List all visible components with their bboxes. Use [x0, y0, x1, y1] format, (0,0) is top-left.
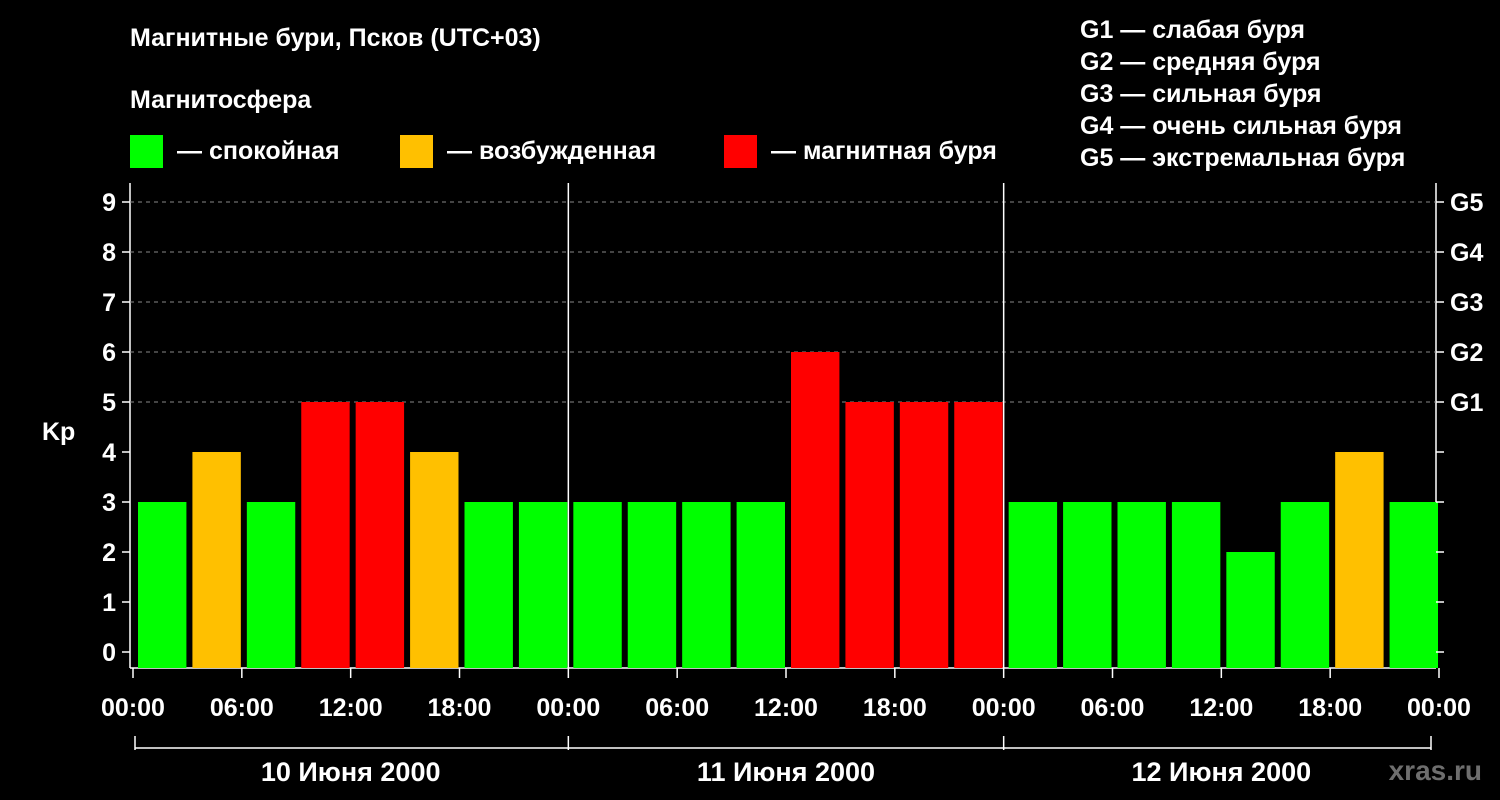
x-tick-label: 06:00 — [1081, 694, 1145, 722]
y-tick-label: 3 — [102, 489, 116, 517]
x-tick-label: 18:00 — [1298, 694, 1362, 722]
x-tick-label: 12:00 — [754, 694, 818, 722]
kp-bar — [1335, 452, 1384, 668]
day-label: 12 Июня 2000 — [1132, 757, 1312, 787]
x-tick-label: 06:00 — [645, 694, 709, 722]
brand-watermark: xras.ru — [1388, 755, 1482, 786]
x-tick-label: 00:00 — [101, 694, 165, 722]
y-tick-label: 1 — [102, 589, 116, 617]
x-tick-label: 00:00 — [972, 694, 1036, 722]
kp-bar — [682, 502, 731, 668]
y-axis-label: Kp — [42, 418, 75, 446]
kp-bar — [1008, 502, 1058, 668]
x-tick-label: 06:00 — [210, 694, 274, 722]
kp-bar — [355, 402, 405, 668]
g-scale-tick-label: G4 — [1450, 239, 1483, 267]
x-tick-label: 12:00 — [319, 694, 383, 722]
kp-bar — [138, 502, 187, 668]
kp-bar — [1063, 502, 1112, 668]
y-tick-label: 5 — [102, 389, 116, 417]
kp-bar — [1171, 502, 1221, 668]
kp-bar — [518, 502, 568, 668]
kp-bar — [627, 502, 677, 668]
kp-bar — [736, 502, 785, 668]
kp-bar — [246, 502, 296, 668]
x-tick-label: 00:00 — [536, 694, 600, 722]
kp-bar — [573, 502, 622, 668]
x-tick-label: 18:00 — [428, 694, 492, 722]
kp-bar — [301, 402, 350, 668]
x-tick-label: 12:00 — [1189, 694, 1253, 722]
kp-bar — [192, 452, 241, 668]
y-tick-label: 0 — [102, 639, 116, 667]
g-scale-tick-label: G5 — [1450, 189, 1483, 217]
kp-bar — [954, 402, 1003, 668]
kp-bar — [1280, 502, 1330, 668]
x-tick-label: 18:00 — [863, 694, 927, 722]
g-scale-tick-label: G1 — [1450, 389, 1483, 417]
day-label: 10 Июня 2000 — [261, 757, 441, 787]
g-scale-tick-label: G3 — [1450, 289, 1483, 317]
kp-bar — [464, 502, 513, 668]
kp-bar — [899, 402, 949, 668]
kp-bar — [791, 352, 840, 668]
y-tick-label: 2 — [102, 539, 116, 567]
y-tick-label: 6 — [102, 339, 116, 367]
y-tick-label: 4 — [102, 439, 116, 467]
kp-bar-chart: 0 1 2 3 4 5 6 7 8 9 G1 G2 G3 G4 G5 Kp 00:00 06:00 12:00 18:… — [42, 183, 1483, 787]
kp-bar — [1226, 552, 1275, 668]
kp-bar — [845, 402, 894, 668]
day-label: 11 Июня 2000 — [697, 757, 875, 787]
kp-bar — [1389, 502, 1438, 668]
kp-bar — [410, 452, 459, 668]
y-tick-label: 8 — [102, 239, 116, 267]
kp-bar — [1117, 502, 1166, 668]
x-tick-label: 00:00 — [1407, 694, 1471, 722]
y-tick-label: 9 — [102, 189, 116, 217]
y-tick-label: 7 — [102, 289, 116, 317]
g-scale-tick-label: G2 — [1450, 339, 1483, 367]
